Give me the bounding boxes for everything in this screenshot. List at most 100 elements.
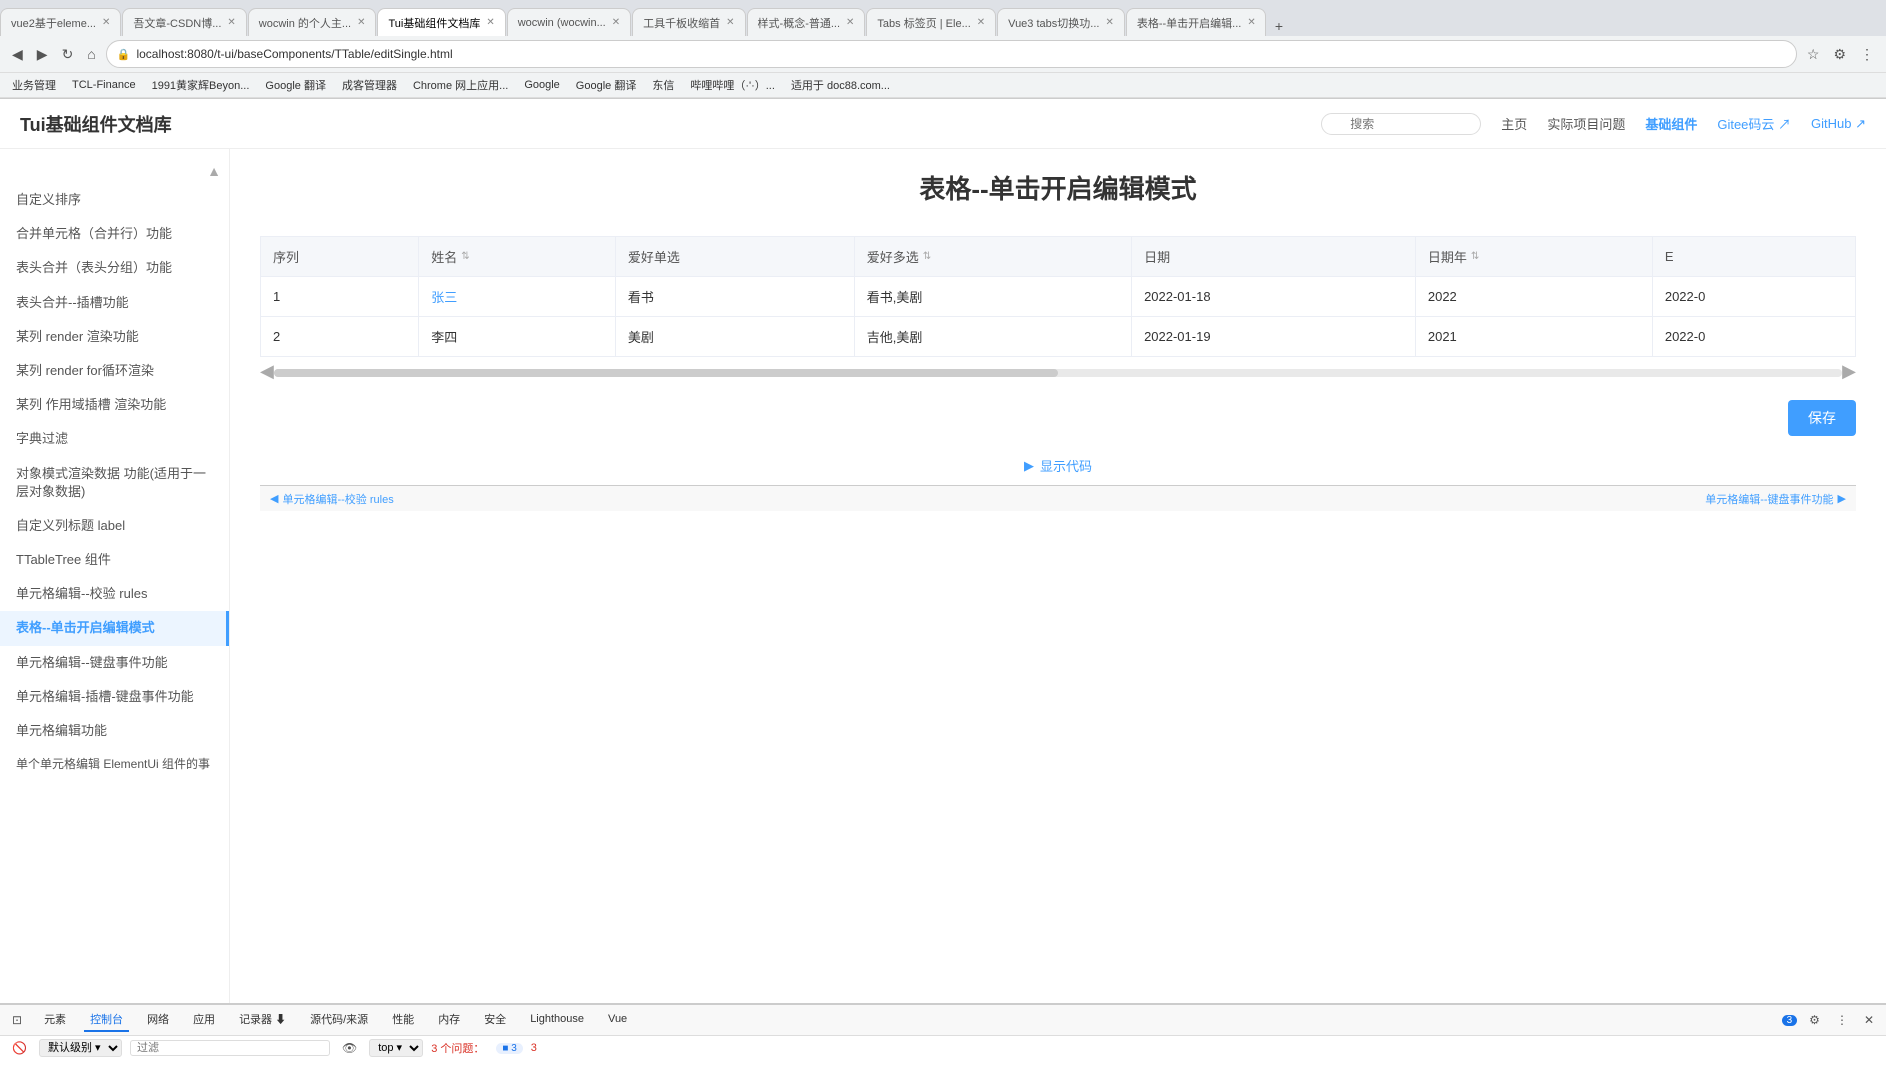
new-tab-button[interactable]: + (1271, 16, 1287, 36)
forward-button[interactable]: ▶ (33, 44, 52, 65)
scroll-right-icon[interactable]: ▶ (1842, 361, 1856, 382)
sort-icon-hobby-multi[interactable]: ⇅ (923, 251, 931, 262)
sidebar-item-ttabletree[interactable]: TTableTree 组件 (0, 543, 229, 577)
console-filter-input[interactable] (130, 1040, 330, 1056)
devtools-tab-recorder[interactable]: 记录器 ⬇ (233, 1008, 292, 1032)
bookmark-chrome-store[interactable]: Chrome 网上应用... (409, 76, 512, 94)
sidebar-item-dict-filter[interactable]: 字典过滤 (0, 422, 229, 456)
nav-github[interactable]: GitHub ↗ (1811, 116, 1866, 132)
sidebar-item-single-cell[interactable]: 单个单元格编辑 ElementUi 组件的事 (0, 748, 229, 781)
devtools-tab-security[interactable]: 安全 (478, 1008, 512, 1032)
console-top-select[interactable]: top ▾ (369, 1039, 423, 1057)
tab-close-icon[interactable]: ✕ (977, 17, 985, 28)
tab-tabs[interactable]: Tabs 标签页 | Ele... ✕ (866, 8, 996, 36)
show-code-bar[interactable]: ▶ 显示代码 (260, 456, 1856, 475)
devtools-more-button[interactable]: ⋮ (1832, 1012, 1852, 1028)
nav-home[interactable]: 主页 (1501, 114, 1527, 133)
tab-label: 工具千板收缩首 (643, 15, 720, 31)
sidebar-item-custom-sort[interactable]: 自定义排序 (0, 183, 229, 217)
devtools-tab-sources[interactable]: 源代码/来源 (304, 1008, 374, 1032)
sidebar-item-cell-edit[interactable]: 单元格编辑功能 (0, 714, 229, 748)
sidebar-item-scope-slot[interactable]: 某列 作用域插槽 渲染功能 (0, 388, 229, 422)
nav-components[interactable]: 基础组件 (1645, 114, 1697, 133)
reload-button[interactable]: ↻ (58, 44, 78, 65)
tab-close-icon[interactable]: ✕ (1105, 17, 1113, 28)
tab-style[interactable]: 样式-概念-普通... ✕ (747, 8, 866, 36)
bookmark-bilibili[interactable]: 哔哩哔哩（·'·）... (686, 76, 779, 94)
sidebar-item-merge-header[interactable]: 表头合并（表头分组）功能 (0, 251, 229, 285)
devtools-tab-memory[interactable]: 内存 (432, 1008, 466, 1032)
tab-close-icon[interactable]: ✕ (357, 17, 365, 28)
bookmark-google[interactable]: Google (520, 78, 563, 92)
tab-vue2[interactable]: vue2基于eleme... ✕ (0, 8, 121, 36)
tab-vue3[interactable]: Vue3 tabs切换功... ✕ (997, 8, 1125, 36)
tab-close-icon[interactable]: ✕ (612, 17, 620, 28)
bookmark-business[interactable]: 业务管理 (8, 76, 60, 94)
tab-wocwin[interactable]: wocwin 的个人主... ✕ (248, 8, 377, 36)
tab-tools[interactable]: 工具千板收缩首 ✕ (632, 8, 745, 36)
bookmark-tcl[interactable]: TCL-Finance (68, 78, 140, 92)
sidebar-item-render-for[interactable]: 某列 render for循环渲染 (0, 354, 229, 388)
sort-icon-date-year[interactable]: ⇅ (1471, 251, 1479, 262)
url-bar[interactable]: 🔒 localhost:8080/t-ui/baseComponents/TTa… (106, 40, 1797, 68)
tab-close-icon[interactable]: ✕ (726, 17, 734, 28)
eye-button[interactable]: 👁 (338, 1040, 361, 1056)
devtools-tab-vue[interactable]: Vue (602, 1010, 633, 1030)
bookmark-google-translate[interactable]: Google 翻译 (261, 76, 330, 94)
devtools-tab-network[interactable]: 网络 (141, 1008, 175, 1032)
console-clear-button[interactable]: 🚫 (8, 1040, 31, 1056)
home-button[interactable]: ⌂ (83, 44, 99, 64)
sidebar-item-keyboard[interactable]: 单元格编辑--键盘事件功能 (0, 646, 229, 680)
devtools-toggle-button[interactable]: ⊡ (8, 1012, 26, 1028)
back-button[interactable]: ◀ (8, 44, 27, 65)
nav-gitee[interactable]: Gitee码云 ↗ (1717, 114, 1791, 133)
sidebar-item-render[interactable]: 某列 render 渲染功能 (0, 320, 229, 354)
prev-nav-button[interactable]: ◀ 单元格编辑--校验 rules (260, 491, 404, 507)
bookmark-google-translate2[interactable]: Google 翻译 (572, 76, 641, 94)
devtools-tab-elements[interactable]: 元素 (38, 1008, 72, 1032)
save-button[interactable]: 保存 (1788, 400, 1856, 436)
td-name-2[interactable]: 李四 (419, 317, 616, 357)
tab-close-icon[interactable]: ✕ (846, 17, 854, 28)
sidebar-item-validate[interactable]: 单元格编辑--校验 rules (0, 577, 229, 611)
sort-icon-name[interactable]: ⇅ (461, 251, 469, 262)
bookmark-1991[interactable]: 1991黄家辉Beyon... (148, 76, 254, 94)
bookmark-doc88[interactable]: 适用于 doc88.com... (787, 76, 894, 94)
collapse-arrow-icon[interactable]: ▲ (207, 163, 221, 179)
tab-close-icon[interactable]: ✕ (1247, 17, 1255, 28)
scroll-left-icon[interactable]: ◀ (260, 361, 274, 382)
tab-close-icon[interactable]: ✕ (227, 17, 235, 28)
sidebar-item-merge-row[interactable]: 合并单元格（合并行）功能 (0, 217, 229, 251)
tab-close-icon[interactable]: ✕ (486, 17, 494, 28)
tab-label: Tabs 标签页 | Ele... (877, 15, 970, 31)
tab-label: 表格--单击开启编辑... (1137, 15, 1242, 31)
tab-wocwin2[interactable]: wocwin (wocwin... ✕ (507, 8, 631, 36)
sidebar-item-slot-keyboard[interactable]: 单元格编辑-插槽-键盘事件功能 (0, 680, 229, 714)
sidebar-item-custom-label[interactable]: 自定义列标题 label (0, 509, 229, 543)
sidebar-item-object-render[interactable]: 对象模式渲染数据 功能(适用于一层对象数据) (0, 457, 229, 509)
devtools-tab-performance[interactable]: 性能 (386, 1008, 420, 1032)
devtools-tab-application[interactable]: 应用 (187, 1008, 221, 1032)
tab-tui-active[interactable]: Tui基础组件文档库 ✕ (377, 8, 505, 36)
devtools-tab-lighthouse[interactable]: Lighthouse (524, 1010, 590, 1030)
sidebar-item-single-click[interactable]: 表格--单击开启编辑模式 (0, 611, 229, 645)
bookmark-manager[interactable]: 成客管理器 (338, 76, 401, 94)
devtools-tab-console[interactable]: 控制台 (84, 1008, 129, 1032)
table-scrollbar[interactable] (274, 369, 1842, 377)
td-name-1[interactable]: 张三 (419, 277, 616, 317)
sidebar-item-merge-slot[interactable]: 表头合并--插槽功能 (0, 286, 229, 320)
tab-table-edit[interactable]: 表格--单击开启编辑... ✕ (1126, 8, 1266, 36)
console-level-select[interactable]: 默认级别 ▾ (39, 1039, 122, 1057)
bookmark-dongxin[interactable]: 东信 (648, 76, 678, 94)
extensions-button[interactable]: ⚙ (1829, 44, 1850, 65)
star-button[interactable]: ☆ (1803, 44, 1824, 65)
menu-button[interactable]: ⋮ (1856, 44, 1878, 65)
nav-projects[interactable]: 实际项目问题 (1547, 114, 1625, 133)
tab-csdn[interactable]: 吾文章-CSDN博... ✕ (122, 8, 246, 36)
next-nav-button[interactable]: 单元格编辑--键盘事件功能 ▶ (1695, 491, 1856, 507)
devtools-settings-button[interactable]: ⚙ (1805, 1012, 1824, 1028)
th-e: E (1652, 237, 1855, 277)
tab-close-icon[interactable]: ✕ (102, 17, 110, 28)
devtools-close-button[interactable]: ✕ (1860, 1012, 1878, 1028)
search-input[interactable] (1321, 113, 1481, 135)
